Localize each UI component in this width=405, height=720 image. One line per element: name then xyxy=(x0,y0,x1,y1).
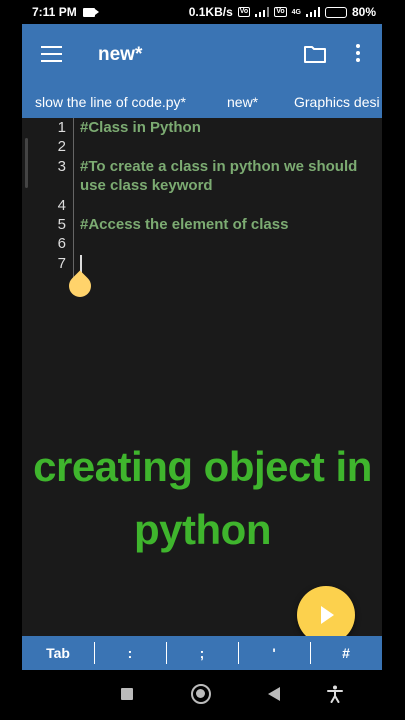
folder-icon[interactable] xyxy=(304,45,326,63)
line-number: 5 xyxy=(57,216,66,233)
screen-record-icon xyxy=(82,7,99,17)
signal-icon-2 xyxy=(305,7,320,17)
recents-icon[interactable] xyxy=(121,688,133,700)
network-speed: 0.1KB/s xyxy=(188,5,233,19)
key-semicolon[interactable]: ; xyxy=(166,642,238,664)
home-icon[interactable] xyxy=(191,684,211,704)
gutter-divider xyxy=(73,118,74,278)
accessibility-icon[interactable] xyxy=(327,685,343,703)
line-number: 2 xyxy=(57,138,66,155)
code-line[interactable]: #To create a class in python we should xyxy=(80,158,357,175)
status-bar: 7:11 PM 0.1KB/s Vo Vo 4G 80% xyxy=(0,0,405,24)
scroll-indicator[interactable] xyxy=(25,138,28,188)
back-icon[interactable] xyxy=(268,687,280,701)
signal-icon xyxy=(255,7,270,17)
code-line[interactable]: #Class in Python xyxy=(80,119,201,136)
tab-file-3[interactable]: Graphics desi xyxy=(294,94,380,110)
battery-percent: 80% xyxy=(351,5,376,19)
key-tab[interactable]: Tab xyxy=(22,645,94,661)
line-number: 7 xyxy=(57,255,66,272)
status-time: 7:11 PM xyxy=(32,5,77,19)
tab-file-2[interactable]: new* xyxy=(227,94,258,110)
code-line-wrap[interactable]: use class keyword xyxy=(80,177,213,194)
system-nav-bar xyxy=(0,670,405,720)
video-caption-2: python xyxy=(134,506,271,553)
battery-icon xyxy=(324,6,347,18)
key-hash[interactable]: # xyxy=(310,642,382,664)
code-editor[interactable]: 1 #Class in Python 2 3 #To create a clas… xyxy=(22,118,382,636)
more-vertical-icon[interactable] xyxy=(355,44,361,64)
cursor-handle[interactable] xyxy=(64,270,96,302)
line-number: 1 xyxy=(57,119,66,136)
code-line[interactable]: #Access the element of class xyxy=(80,216,288,233)
menu-icon[interactable] xyxy=(41,46,62,62)
volte-badge: Vo xyxy=(237,7,251,17)
tab-file-1[interactable]: slow the line of code.py* xyxy=(35,94,186,110)
line-number: 3 xyxy=(57,158,66,175)
key-quote[interactable]: ' xyxy=(238,642,310,664)
play-icon xyxy=(321,606,334,624)
extra-keys-bar: Tab : ; ' # xyxy=(22,636,382,670)
line-number: 6 xyxy=(57,235,66,252)
volte-badge-2: Vo xyxy=(274,7,287,17)
app-bar: new* xyxy=(22,24,382,86)
line-number: 4 xyxy=(57,197,66,214)
video-caption: creating object in xyxy=(33,443,372,490)
network-type-label: 4G xyxy=(291,8,301,16)
key-colon[interactable]: : xyxy=(94,642,166,664)
file-tabs: slow the line of code.py* new* Graphics … xyxy=(22,86,382,118)
page-title: new* xyxy=(98,44,143,65)
